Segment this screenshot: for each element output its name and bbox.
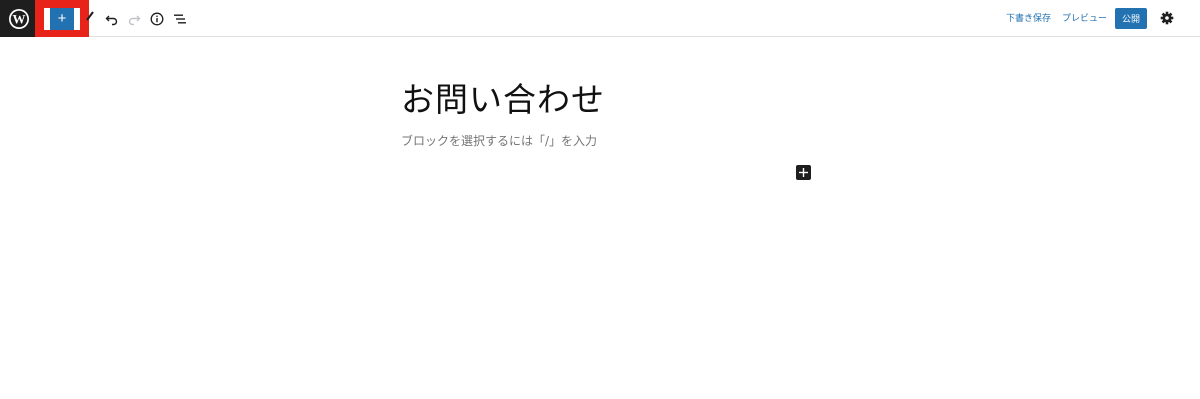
save-draft-button[interactable]: 下書き保存: [1006, 11, 1051, 24]
block-placeholder[interactable]: ブロックを選択するには「/」を入力: [401, 132, 597, 149]
wordpress-logo-button[interactable]: W: [0, 0, 37, 37]
plus-icon: +: [57, 10, 67, 27]
editor-top-toolbar: W + 下書き保存 プレビュー 公開: [0, 0, 1200, 37]
list-view-button[interactable]: [170, 9, 190, 29]
svg-text:W: W: [12, 11, 25, 26]
wordpress-logo-icon: W: [8, 8, 29, 29]
info-icon: [150, 12, 164, 26]
gear-icon[interactable]: [1160, 11, 1174, 25]
redo-button[interactable]: [124, 9, 144, 29]
redo-icon: [128, 15, 141, 26]
details-button[interactable]: [147, 9, 167, 29]
add-block-button[interactable]: +: [50, 7, 74, 30]
add-block-highlight-inner: +: [44, 7, 80, 30]
list-view-icon: [174, 14, 186, 24]
plus-icon: [799, 168, 808, 177]
undo-button[interactable]: [102, 9, 122, 29]
inline-add-block-button[interactable]: [796, 165, 811, 180]
preview-button[interactable]: プレビュー: [1062, 11, 1107, 24]
publish-button[interactable]: 公開: [1115, 8, 1147, 29]
publish-button-label: 公開: [1121, 15, 1140, 25]
add-block-highlight: +: [35, 0, 89, 37]
post-title[interactable]: お問い合わせ: [401, 73, 605, 121]
undo-icon: [105, 15, 118, 26]
pen-icon[interactable]: [86, 11, 94, 21]
